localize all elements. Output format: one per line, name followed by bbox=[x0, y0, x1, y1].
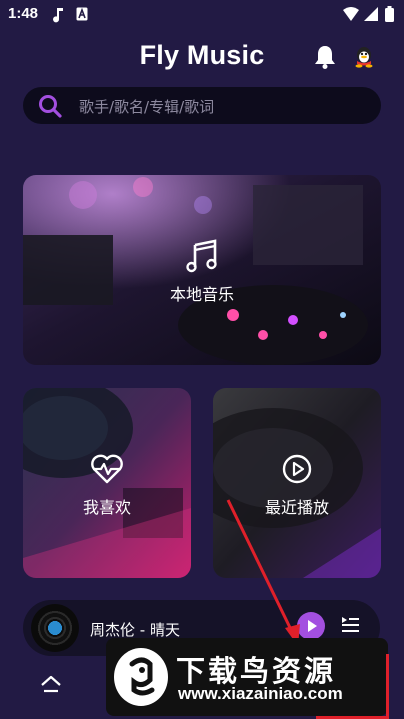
music-note-icon bbox=[53, 8, 63, 23]
play-icon bbox=[308, 620, 317, 632]
wifi-icon bbox=[343, 7, 359, 21]
search-placeholder: 歌手/歌名/专辑/歌词 bbox=[79, 98, 215, 116]
signal-icon bbox=[364, 7, 378, 21]
recently-played-card[interactable]: 最近播放 bbox=[213, 388, 381, 578]
app-title: Fly Music bbox=[139, 40, 265, 70]
local-music-label: 本地音乐 bbox=[169, 285, 234, 304]
notification-bell-icon[interactable] bbox=[313, 44, 337, 70]
search-icon bbox=[39, 95, 62, 118]
watermark: 下载鸟资源 www.xiazainiao.com bbox=[106, 638, 389, 719]
favorites-label: 我喜欢 bbox=[82, 498, 131, 517]
local-music-icon-wrap bbox=[23, 239, 381, 273]
status-bar: 1:48 bbox=[0, 0, 404, 30]
search-bar[interactable]: 歌手/歌名/专辑/歌词 bbox=[23, 87, 381, 124]
local-music-card[interactable]: 本地音乐 bbox=[23, 175, 381, 365]
play-button[interactable] bbox=[297, 612, 325, 640]
recently-played-label: 最近播放 bbox=[264, 498, 329, 517]
battery-icon bbox=[385, 6, 394, 22]
bird-logo-icon bbox=[114, 648, 168, 706]
status-time: 1:48 bbox=[8, 5, 39, 22]
favorites-card[interactable]: 我喜欢 bbox=[23, 388, 191, 578]
music-notes-icon bbox=[186, 239, 217, 273]
now-playing-title: 周杰伦 - 晴天 bbox=[90, 621, 180, 639]
home-icon[interactable] bbox=[40, 675, 62, 695]
album-disc bbox=[31, 604, 79, 652]
heart-pulse-icon bbox=[91, 454, 123, 484]
notification-a-icon bbox=[76, 7, 88, 21]
recent-icon-wrap bbox=[213, 454, 381, 484]
user-avatar[interactable] bbox=[353, 46, 375, 68]
favorites-icon-wrap bbox=[23, 454, 191, 484]
watermark-url: www.xiazainiao.com bbox=[178, 684, 343, 703]
playlist-icon[interactable] bbox=[341, 615, 359, 633]
play-circle-icon bbox=[282, 454, 312, 484]
